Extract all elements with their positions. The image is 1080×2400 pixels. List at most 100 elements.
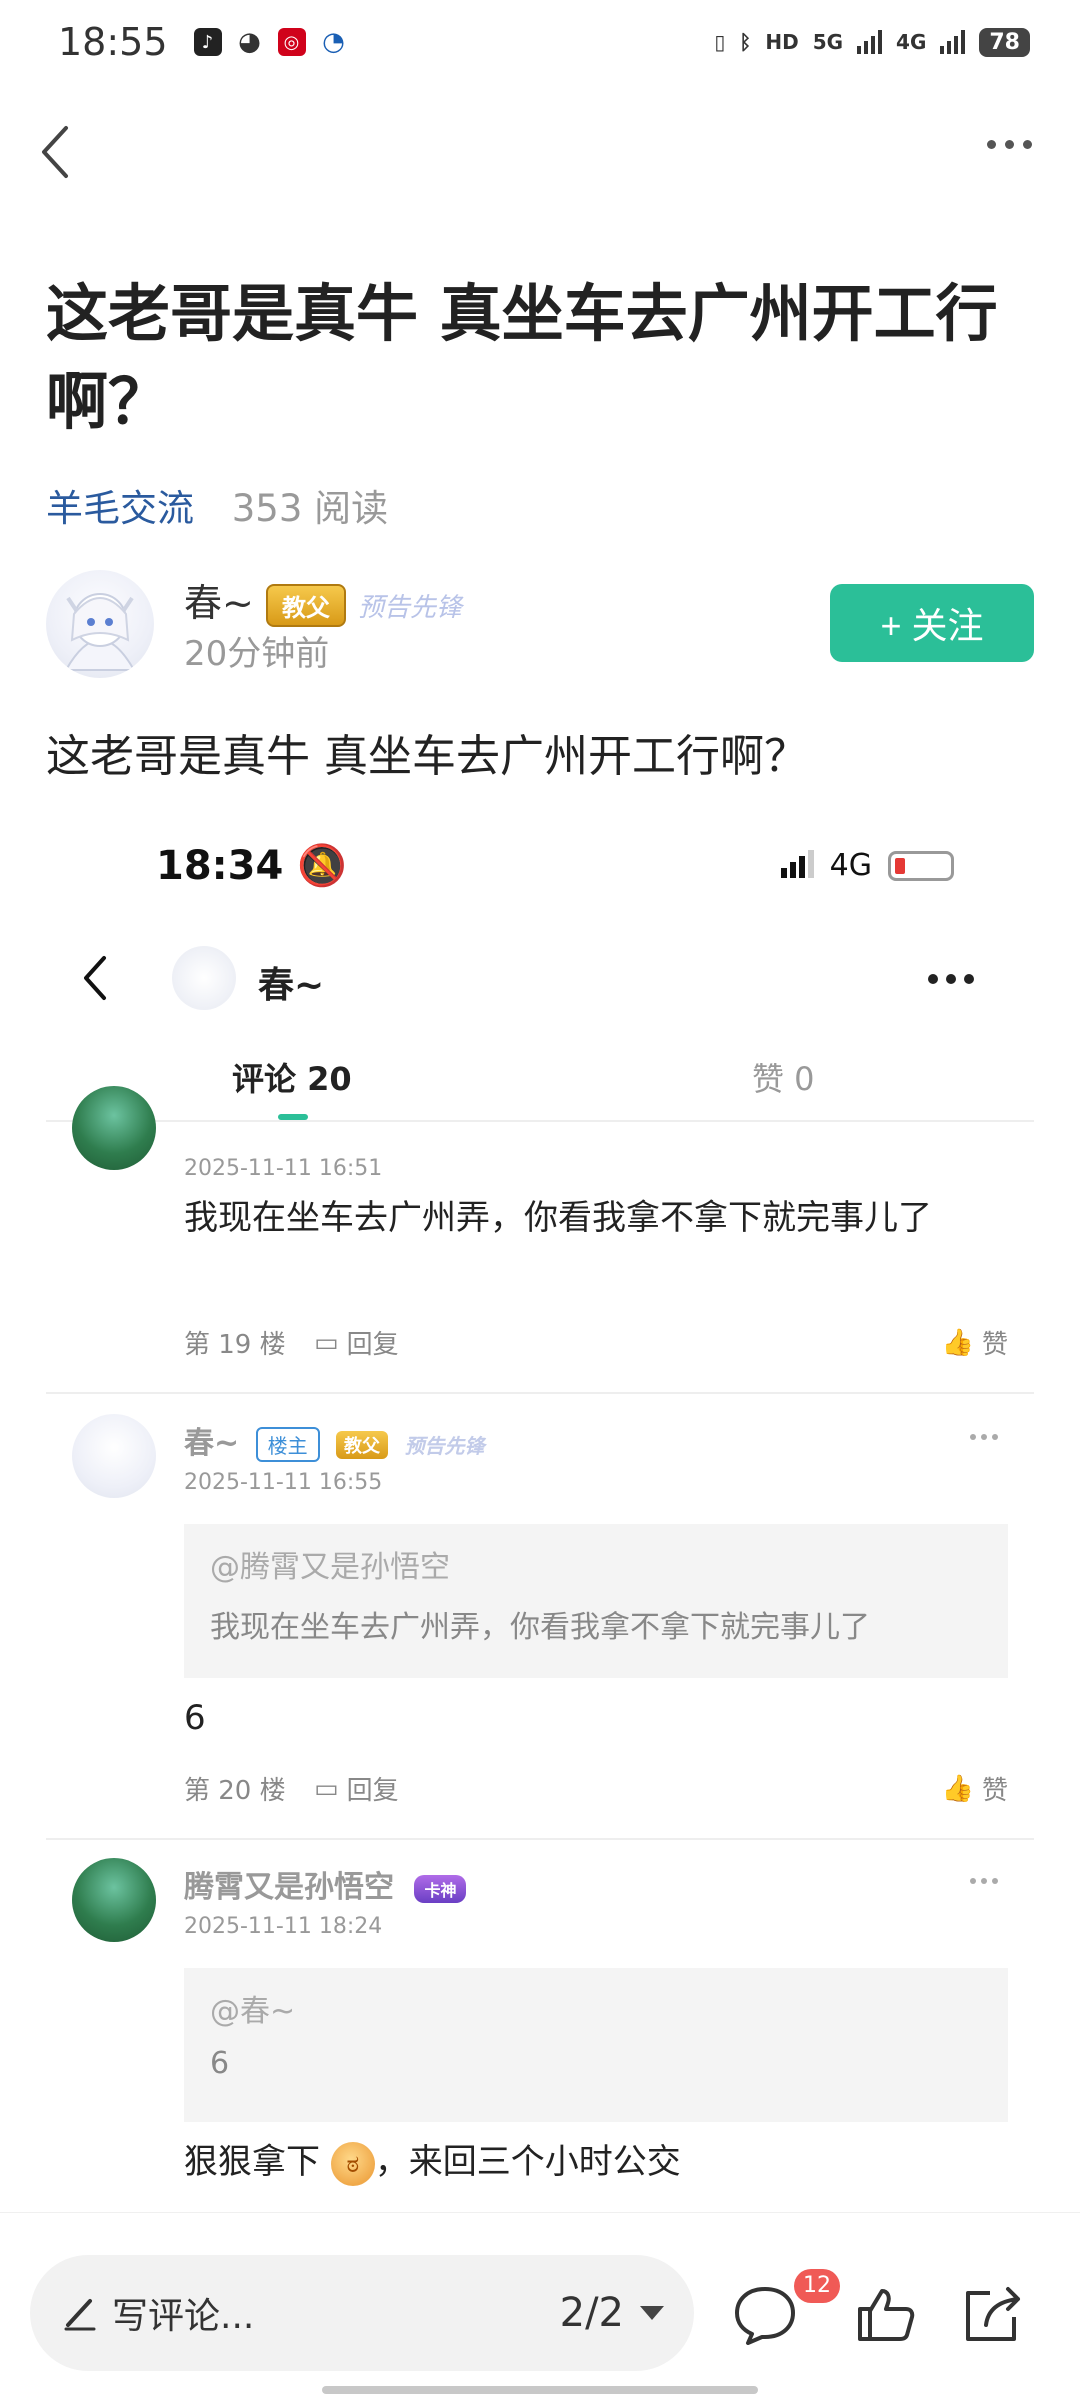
mute-icon: 🔕 [297,843,348,889]
signal-icon-2 [940,30,966,54]
page-indicator[interactable]: 2/2 [560,2290,624,2336]
medal-badge: 预告先锋 [404,1434,485,1458]
tab-underline [278,1114,308,1120]
reply-icon: ▭ [314,1327,339,1358]
image-tabs: 评论 20 赞 0 [46,1040,1034,1122]
image-network: 4G [829,848,872,883]
divider [46,1838,1034,1840]
comment-input[interactable]: 写评论... 2/2 [30,2255,694,2371]
reply-button: ▭ 回复 [314,1327,399,1361]
author-avatar[interactable] [46,570,154,678]
reply-icon: ▭ [314,1773,339,1804]
comment-bubble-icon[interactable] [732,2283,798,2345]
owner-tag: 楼主 [255,1427,320,1462]
network-label-2: 4G [896,30,927,54]
commenter-avatar [72,1086,156,1170]
post-time: 20分钟前 [184,634,330,674]
comment-placeholder: 写评论... [112,2296,255,2337]
commenter-name: 春~ [184,1426,240,1461]
comment-footer: 第 19 楼 ▭ 回复 👍 赞 [184,1324,1008,1364]
image-battery-icon [888,850,954,881]
medal-badge: 预告先锋 [358,593,463,623]
bank-app-icon: ◎ [277,28,306,56]
follow-label: + 关注 [880,605,984,646]
commenter-name-row: 春~ 楼主 教父 预告先锋 [184,1418,485,1462]
comment-date: 2025-11-11 16:55 [184,1470,383,1495]
tiktok-icon: ♪ [193,28,222,56]
angry-emoji-icon: ಠ [330,2141,375,2186]
system-indicators: ▯ ᛒ HD 5G 4G 78 [714,27,1030,57]
notification-icons: ♪ ◕ ◎ ◔ [193,27,348,57]
comment-text: 我现在坐车去广州弄，你看我拿不拿下就完事儿了 [184,1198,932,1238]
top-nav [0,110,1080,200]
quoted-reply: @腾霄又是孙悟空 我现在坐车去广州弄，你看我拿不拿下就完事儿了 [184,1524,1008,1678]
comment-date: 2025-11-11 16:51 [184,1156,383,1181]
thumbs-up-icon: 👍 [941,1773,974,1804]
status-time: 18:55 [58,20,168,64]
quoted-reply: @春~ 6 [184,1968,1008,2122]
wechat-icon: ◕ [238,27,261,57]
like-button: 👍 赞 [941,1773,1008,1807]
image-indicators: 4G [780,848,954,883]
thumbs-up-icon: 👍 [941,1327,974,1358]
read-count: 353 阅读 [231,487,389,530]
app-notification-icon: ◔ [322,27,345,57]
home-indicator[interactable] [322,2386,758,2394]
chevron-down-icon[interactable] [640,2306,664,2320]
post-image[interactable]: 18:34 🔕 4G 春~ 评论 20 赞 0 2025-11-11 16:51… [46,808,1034,2218]
comment-text: 6 [184,1698,206,1738]
thumbs-up-icon[interactable] [852,2283,918,2345]
back-arrow-icon[interactable] [28,122,88,182]
image-more-icon [928,974,974,984]
floor-number: 第 19 楼 [184,1330,286,1360]
signal-icon [857,30,883,54]
author-name[interactable]: 春~ [184,581,254,625]
image-signal-icon [780,849,814,878]
author-name-row: 春~ 教父 预告先锋 [184,572,462,627]
rank-badge: 教父 [336,1430,389,1459]
image-user-name: 春~ [258,965,325,1006]
bottom-bar: 写评论... 2/2 12 [0,2212,1080,2400]
network-label-1: 5G [812,30,844,54]
follow-button[interactable]: + 关注 [830,584,1034,662]
commenter-name: 腾霄又是孙悟空 [184,1870,394,1905]
comment-more-icon [970,1434,998,1440]
quote-mention: @腾霄又是孙悟空 [210,1550,450,1585]
divider [46,1392,1034,1394]
hd-label: HD [765,30,799,54]
bluetooth-icon: ᛒ [739,30,752,54]
author-row: 春~ 教父 预告先锋 20分钟前 + 关注 [46,570,1034,680]
commenter-avatar [72,1858,156,1942]
post-meta: 羊毛交流 353 阅读 [46,478,388,532]
reply-button: ▭ 回复 [314,1773,399,1807]
tab-likes: 赞 0 [752,1060,815,1098]
quote-text: 我现在坐车去广州弄，你看我拿不拿下就完事儿了 [210,1610,870,1645]
comment-count-badge: 12 [794,2269,840,2303]
category-link[interactable]: 羊毛交流 [46,487,194,530]
floor-number: 第 20 楼 [184,1776,286,1806]
image-user-avatar [172,946,236,1010]
post-body: 这老哥是真牛 真坐车去广州开工行啊？ [46,731,808,782]
battery-icon: 78 [979,27,1030,57]
rank-badge: 教父 [265,584,346,627]
comment-text: 狠狠拿下 ಠ ，来回三个小时公交 [184,2134,984,2190]
image-status-bar: 18:34 🔕 4G [46,808,1034,918]
comment-footer: 第 20 楼 ▭ 回复 👍 赞 [184,1770,1008,1810]
comment-date: 2025-11-11 18:24 [184,1914,383,1939]
image-header: 春~ [46,928,1034,1028]
commenter-name-row: 腾霄又是孙悟空 卡神 [184,1862,467,1906]
image-back-icon [84,956,106,1000]
comment-more-icon [970,1878,998,1884]
quote-text: 6 [210,2046,230,2081]
status-bar: 18:55 ♪ ◕ ◎ ◔ ▯ ᛒ HD 5G 4G 78 [0,0,1080,84]
share-icon[interactable] [960,2283,1026,2345]
post-title: 这老哥是真牛 真坐车去广州开工行啊？ [46,277,998,438]
commenter-avatar [72,1414,156,1498]
pen-icon [64,2299,96,2331]
image-time: 18:34 🔕 [156,843,348,889]
like-button: 👍 赞 [941,1327,1008,1361]
more-options-icon[interactable] [987,140,1032,149]
vibrate-icon: ▯ [714,30,726,54]
card-god-badge: 卡神 [414,1874,467,1903]
quote-mention: @春~ [210,1994,296,2029]
